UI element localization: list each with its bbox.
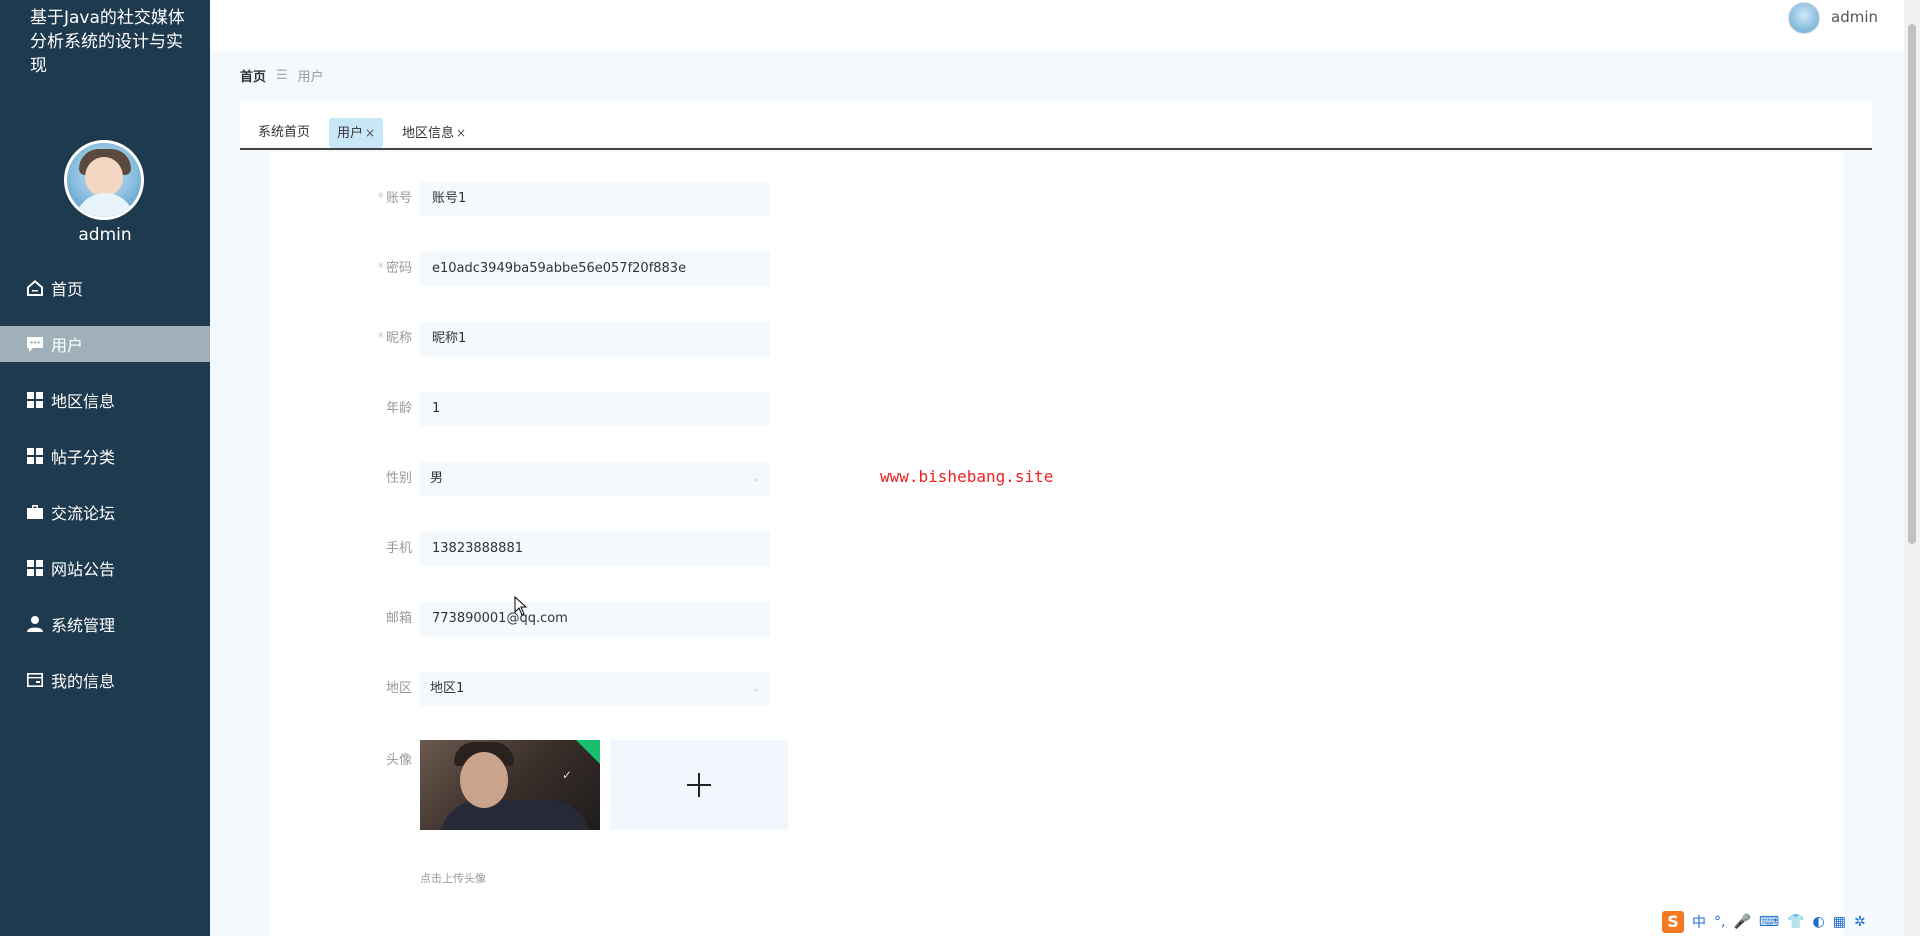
region-label: 地区 [385,681,412,696]
email-input[interactable]: 773890001@qq.com [420,602,770,636]
sidebar-item-label: 我的信息 [51,672,116,691]
region-value: 地区1 [430,681,465,696]
sidebar-item-label: 系统管理 [51,616,116,635]
sidebar-item-label: 地区信息 [51,392,116,411]
apps-icon[interactable]: ▦ [1833,914,1846,930]
chevron-down-icon: ⌄ [751,473,760,484]
nickname-label: * 昵称 [377,331,412,346]
sidebar-item-post-categories[interactable]: 帖子分类 [0,438,210,474]
ime-logo-icon[interactable]: S [1662,911,1684,933]
avatar-upload-button[interactable] [610,740,788,830]
phone-input[interactable]: 13823888881 [420,532,770,566]
sidebar-item-label: 首页 [51,280,84,299]
account-label: * 账号 [377,191,412,206]
ime-punct-icon[interactable]: °, [1714,914,1725,930]
tabs-bar: 系统首页 用户 × 地区信息 × [240,100,1872,150]
sidebar-username: admin [78,225,132,245]
sidebar-item-system[interactable]: 系统管理 [0,606,210,642]
sidebar-item-regions[interactable]: 地区信息 [0,382,210,418]
check-icon: ✓ [561,768,572,782]
scrollbar-thumb[interactable] [1908,24,1916,544]
tab-regions[interactable]: 地区信息 × [394,118,474,148]
password-label: * 密码 [377,261,412,276]
header-avatar[interactable] [1788,2,1820,34]
sidebar-item-label: 用户 [51,336,84,355]
avatar-thumbnail[interactable]: ✓ [420,740,600,830]
grid-icon [25,390,45,410]
home-icon [25,278,45,298]
top-bar [210,0,1920,52]
phone-label: 手机 [385,541,412,556]
tab-label: 地区信息 [402,126,455,141]
breadcrumb-separator-icon: ☰ [276,68,288,83]
sidebar-avatar [64,140,144,220]
upload-success-badge [576,740,600,764]
card-icon [25,670,45,690]
sidebar-menu: 首页 用户 地区信息 帖子分类 交流论坛 网站公告 系统管理 我的信息 [0,270,210,718]
app-title: 基于Java的社交媒体分析系统的设计与实现 [30,8,185,76]
sidebar-item-label: 网站公告 [51,560,116,579]
header-username[interactable]: admin [1831,8,1878,26]
briefcase-icon [25,502,45,522]
settings-icon[interactable]: ✲ [1854,914,1866,930]
tab-home[interactable]: 系统首页 [250,118,318,148]
tab-label: 系统首页 [258,125,311,140]
sidebar-item-my-info[interactable]: 我的信息 [0,662,210,698]
sidebar-item-announcements[interactable]: 网站公告 [0,550,210,586]
sidebar-item-label: 帖子分类 [51,448,116,467]
keyboard-icon[interactable]: ⌨ [1759,914,1779,930]
gender-select[interactable]: 男 ⌄ [420,462,770,496]
close-icon[interactable]: × [456,126,466,140]
ime-toolbar: S 中 °, 🎤 ⌨ 👕 ◐ ▦ ✲ [1662,910,1866,934]
grid-icon [25,446,45,466]
microphone-icon[interactable]: 🎤 [1733,914,1750,930]
age-input[interactable]: 1 [420,392,770,426]
tab-label: 用户 [337,126,364,141]
grid-icon [25,558,45,578]
password-input[interactable]: e10adc3949ba59abbe56e057f20f883e [420,252,770,286]
upload-hint: 点击上传头像 [420,872,486,885]
region-select[interactable]: 地区1 ⌄ [420,672,770,706]
sidebar-item-home[interactable]: 首页 [0,270,210,306]
age-label: 年龄 [385,401,412,416]
watermark-text: www.bishebang.site [880,467,1054,486]
close-icon[interactable]: × [365,126,375,140]
gender-label: 性别 [385,471,412,486]
sidebar: 基于Java的社交媒体分析系统的设计与实现 admin 首页 用户 地区信息 帖… [0,0,210,936]
gender-value: 男 [430,471,444,486]
email-label: 邮箱 [385,611,412,626]
sidebar-item-forum[interactable]: 交流论坛 [0,494,210,530]
sidebar-item-users[interactable]: 用户 [0,326,210,362]
plus-icon [687,773,711,797]
ime-toggle-icon[interactable]: ◐ [1813,914,1825,930]
breadcrumb-current: 用户 [297,70,324,85]
sidebar-item-label: 交流论坛 [51,504,116,523]
user-icon [25,614,45,634]
breadcrumb-home[interactable]: 首页 [240,66,266,85]
ime-mode-icon[interactable]: 中 [1692,912,1706,932]
breadcrumb: 首页 ☰ 用户 [240,66,324,85]
skin-icon[interactable]: 👕 [1787,914,1804,930]
nickname-input[interactable]: 昵称1 [420,322,770,356]
account-input[interactable]: 账号1 [420,182,770,216]
chevron-down-icon: ⌄ [751,683,760,694]
page-scrollbar[interactable] [1904,0,1920,936]
mouse-cursor-icon [514,596,528,616]
avatar-label: 头像 [385,753,412,768]
tab-users[interactable]: 用户 × [329,118,384,148]
chat-icon [25,334,45,354]
